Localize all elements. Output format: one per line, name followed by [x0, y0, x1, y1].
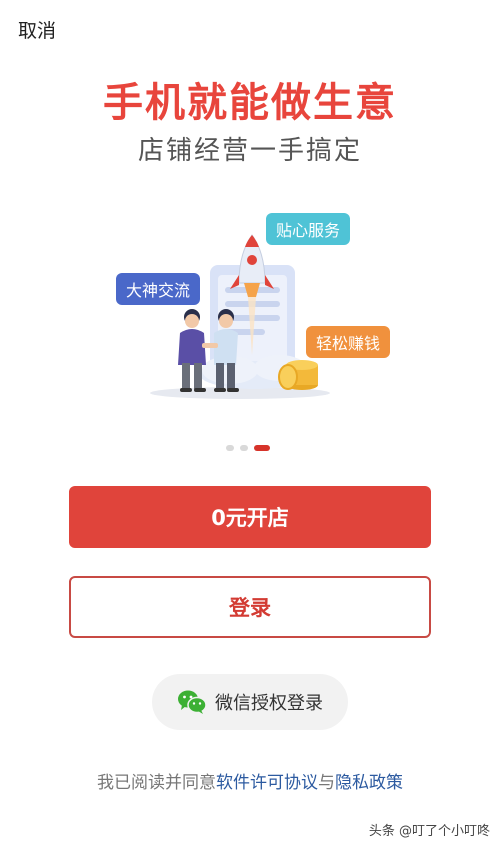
- carousel-dot[interactable]: [240, 445, 248, 451]
- earn-tag: 轻松赚钱: [306, 326, 391, 358]
- exchange-tag: 大神交流: [116, 273, 201, 305]
- license-agreement-link[interactable]: 软件许可协议: [216, 773, 318, 793]
- carousel-dot[interactable]: [226, 445, 234, 451]
- wechat-login-label: 微信授权登录: [215, 693, 323, 714]
- privacy-policy-link[interactable]: 隐私政策: [335, 773, 403, 793]
- carousel-dot-active[interactable]: [254, 445, 270, 451]
- page-title: 手机就能做生意: [103, 80, 397, 126]
- wechat-login-button[interactable]: 微信授权登录: [152, 674, 348, 730]
- watermark: 头条 @叮了个小叮咚: [368, 824, 490, 839]
- open-store-button[interactable]: 0元开店: [69, 486, 431, 548]
- login-button[interactable]: 登录: [69, 576, 431, 638]
- carousel-indicator: [226, 445, 270, 451]
- agreement-prefix: 我已阅读并同意: [97, 773, 216, 793]
- agreement-text: 我已阅读并同意软件许可协议与隐私政策: [0, 768, 500, 793]
- page-subtitle: 店铺经营一手搞定: [137, 136, 362, 166]
- service-tag: 贴心服务: [266, 213, 351, 245]
- agreement-and: 与: [318, 773, 335, 793]
- cancel-button[interactable]: 取消: [18, 16, 56, 43]
- wechat-icon: [178, 690, 207, 714]
